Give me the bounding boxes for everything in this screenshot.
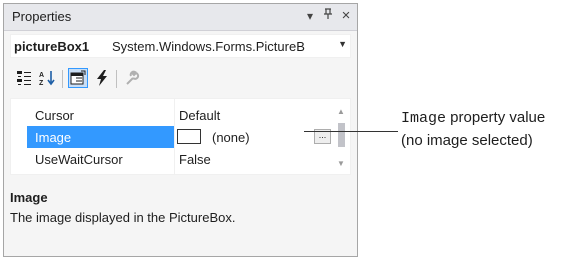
properties-toolbar: A Z: [10, 66, 351, 92]
image-preview-swatch: [177, 129, 201, 144]
svg-text:Z: Z: [39, 80, 44, 86]
scroll-down-icon[interactable]: ▼: [337, 159, 345, 168]
description-title: Image: [10, 190, 48, 205]
scrollbar-thumb[interactable]: [338, 123, 345, 147]
property-name: UseWaitCursor: [35, 152, 123, 167]
description-text: The image displayed in the PictureBox.: [10, 210, 236, 225]
property-row-cursor[interactable]: Cursor Default: [11, 104, 331, 126]
property-value[interactable]: False: [179, 152, 211, 167]
property-row-image[interactable]: Image (none) ...: [11, 126, 331, 148]
events-icon[interactable]: [92, 68, 112, 88]
callout-annotation: Image property value (no image selected): [401, 107, 577, 152]
properties-window: Properties ▾ × pictureBox1 System.Window…: [3, 3, 358, 257]
categorized-icon[interactable]: [14, 68, 34, 88]
property-name: Cursor: [35, 108, 75, 123]
chevron-down-icon[interactable]: ▼: [338, 39, 347, 49]
property-value[interactable]: Default: [179, 108, 220, 123]
toolbar-separator: [62, 70, 63, 88]
panel-title: Properties: [12, 9, 72, 24]
alphabetical-icon[interactable]: A Z: [38, 68, 58, 88]
object-type: System.Windows.Forms.PictureB: [112, 39, 305, 54]
description-pane: Image The image displayed in the Picture…: [10, 184, 351, 254]
properties-icon[interactable]: [68, 68, 88, 88]
svg-text:A: A: [39, 72, 44, 79]
close-icon[interactable]: ×: [338, 8, 354, 24]
vertical-scrollbar[interactable]: ▲ ▼: [332, 99, 350, 174]
callout-line-1: Image property value: [401, 107, 577, 130]
property-name: Image: [35, 130, 72, 145]
callout-text: property value: [446, 109, 546, 126]
callout-code: Image: [401, 110, 447, 127]
properties-title-bar[interactable]: Properties ▾ ×: [4, 4, 357, 31]
callout-leader-line: [304, 131, 398, 132]
pin-icon[interactable]: [320, 8, 336, 24]
property-pages-icon[interactable]: [122, 68, 142, 88]
scroll-up-icon[interactable]: ▲: [337, 107, 345, 116]
property-value[interactable]: (none): [212, 130, 250, 145]
object-selector[interactable]: pictureBox1 System.Windows.Forms.Picture…: [10, 34, 351, 58]
property-grid: Cursor Default Image (none) ... UseWaitC…: [10, 98, 351, 175]
property-row-usewaitcursor[interactable]: UseWaitCursor False: [11, 148, 331, 170]
object-name: pictureBox1: [14, 39, 90, 54]
callout-line-2: (no image selected): [401, 132, 533, 149]
dropdown-arrow-icon[interactable]: ▾: [302, 8, 318, 24]
toolbar-separator: [116, 70, 117, 88]
